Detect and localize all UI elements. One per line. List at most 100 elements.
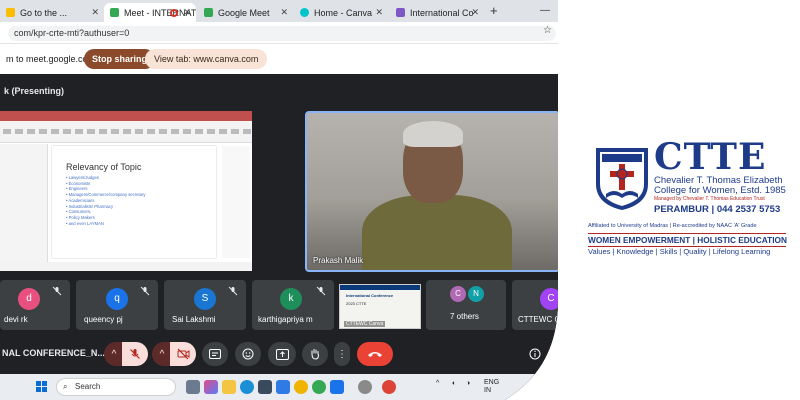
task-view-icon[interactable] bbox=[186, 380, 200, 394]
participant-tile[interactable]: C CTTEWC C bbox=[512, 280, 572, 330]
new-tab-button[interactable]: + bbox=[490, 3, 498, 18]
tray-chevron-icon[interactable]: ^ bbox=[436, 380, 439, 387]
captions-button[interactable] bbox=[202, 342, 228, 366]
speaker-hair bbox=[403, 121, 463, 147]
avatar: C bbox=[540, 288, 562, 310]
view-tab-button[interactable]: View tab: www.canva.com bbox=[145, 49, 267, 69]
captions-icon bbox=[209, 349, 221, 359]
app-icon[interactable] bbox=[358, 380, 372, 394]
close-tab-icon[interactable]: ✕ bbox=[375, 7, 383, 18]
participant-tile[interactable]: S Sai Lakshmi bbox=[164, 280, 246, 330]
meet-control-bar: NAL CONFERENCE_N... ^ ^ ⋮ bbox=[0, 338, 560, 368]
close-tab-icon[interactable]: ✕ bbox=[280, 7, 288, 18]
browser-tab-bar: Go to the ... ✕ Meet - INTERNATI ✕ Googl… bbox=[0, 0, 560, 22]
speaker-body bbox=[362, 195, 512, 272]
mic-off-icon bbox=[52, 286, 62, 296]
leave-call-button[interactable] bbox=[357, 342, 393, 366]
banner-band bbox=[340, 285, 420, 290]
screen-share-bar: m to meet.google.com Stop sharing View t… bbox=[0, 44, 560, 74]
raise-hand-button[interactable] bbox=[302, 342, 328, 366]
ctte-logo: CTTE Chevalier T. Thomas Elizabeth Colle… bbox=[584, 136, 794, 258]
recording-icon bbox=[170, 9, 178, 17]
hang-up-icon bbox=[367, 350, 383, 358]
video-options-button[interactable]: ^ bbox=[152, 342, 172, 366]
avatar: S bbox=[194, 288, 216, 310]
college-crest-icon bbox=[596, 148, 648, 210]
tab-favicon-icon bbox=[6, 8, 15, 17]
tab-label: International Co bbox=[410, 7, 474, 18]
shared-tab-thumbnail[interactable]: International Conference 2023 CTTE CTTEW… bbox=[339, 284, 421, 329]
participant-tile[interactable]: q queency pj bbox=[76, 280, 158, 330]
minimize-icon[interactable]: — bbox=[540, 5, 550, 16]
mic-off-icon bbox=[228, 286, 238, 296]
bookmark-star-icon[interactable]: ☆ bbox=[543, 25, 552, 36]
reactions-button[interactable] bbox=[235, 342, 261, 366]
ppt-title-bar bbox=[0, 111, 252, 121]
college-name-line: College for Women, Estd. 1985 bbox=[654, 185, 786, 196]
meeting-info-button[interactable] bbox=[526, 342, 544, 366]
browser-tab[interactable]: Home - Canva ✕ bbox=[294, 3, 388, 22]
browser-tab[interactable]: International Co ✕ bbox=[390, 3, 484, 22]
meet-stage: k (Presenting) Relevancy of Topic • Lawy… bbox=[0, 74, 560, 400]
tray-icon[interactable]: ◑ bbox=[466, 380, 470, 387]
mic-off-icon bbox=[129, 348, 141, 360]
more-options-button[interactable]: ⋮ bbox=[334, 342, 350, 366]
app-icon[interactable] bbox=[276, 380, 290, 394]
presenting-label: k (Presenting) bbox=[4, 86, 65, 96]
affiliation-text: Affiliated to University of Madras | Re-… bbox=[588, 223, 757, 229]
close-tab-icon[interactable]: ✕ bbox=[91, 7, 99, 18]
browser-tab-active[interactable]: Meet - INTERNATI ✕ bbox=[104, 3, 196, 22]
ppt-thumbnail-pane bbox=[0, 144, 48, 262]
speaker-name: Prakash Malik bbox=[313, 256, 364, 265]
more-vert-icon: ⋮ bbox=[337, 348, 347, 360]
taskbar-search[interactable]: ⌕ Search bbox=[56, 378, 176, 396]
file-explorer-icon[interactable] bbox=[222, 380, 236, 394]
browser-tab[interactable]: Google Meet ✕ bbox=[198, 3, 293, 22]
participant-tile[interactable]: k karthigapriya m bbox=[252, 280, 334, 330]
others-count: 7 others bbox=[450, 312, 479, 321]
close-tab-icon[interactable]: ✕ bbox=[183, 7, 191, 18]
tray-icon[interactable]: ◐ bbox=[452, 380, 456, 387]
participant-tile[interactable]: d devi rk bbox=[0, 280, 70, 330]
windows-taskbar: ⌕ Search ^ ◐ ◑ ENG IN bbox=[0, 374, 560, 400]
app-icon[interactable] bbox=[312, 380, 326, 394]
thumbnail-label: CTTEWC Canva bbox=[346, 321, 384, 327]
chevron-up-icon: ^ bbox=[111, 348, 117, 360]
browser-tab[interactable]: Go to the ... ✕ bbox=[0, 3, 104, 22]
app-icon[interactable] bbox=[330, 380, 344, 394]
chevron-up-icon: ^ bbox=[159, 348, 165, 360]
language-code: ENG bbox=[484, 379, 500, 386]
tagline: WOMEN EMPOWERMENT | HOLISTIC EDUCATION bbox=[588, 233, 787, 247]
slide-bullet: • and even LAYMAN bbox=[66, 220, 104, 226]
banner-line: International Conference bbox=[346, 293, 394, 298]
presentation-tile[interactable]: Relevancy of Topic • Lawyers/Judges • Ec… bbox=[0, 111, 252, 271]
share-notice: m to meet.google.com bbox=[6, 54, 96, 64]
site-favicon-icon bbox=[396, 8, 405, 17]
windows-start-icon[interactable] bbox=[36, 381, 48, 393]
copilot-icon[interactable] bbox=[204, 380, 218, 394]
emoji-icon bbox=[242, 348, 254, 360]
url-field[interactable]: com/kpr-crte-mti?authuser=0 bbox=[8, 26, 556, 41]
chrome-icon[interactable] bbox=[294, 380, 308, 394]
present-button[interactable] bbox=[268, 342, 296, 366]
slide-title: Relevancy of Topic bbox=[66, 162, 142, 172]
others-tile[interactable]: C N 7 others bbox=[426, 280, 506, 330]
audio-options-button[interactable]: ^ bbox=[104, 342, 124, 366]
avatar: k bbox=[280, 288, 302, 310]
info-icon bbox=[529, 348, 541, 360]
speaker-video-tile[interactable]: Prakash Malik bbox=[305, 111, 560, 272]
college-acronym: CTTE bbox=[654, 136, 767, 178]
chrome-icon[interactable] bbox=[382, 380, 396, 394]
tab-label: Go to the ... bbox=[20, 7, 68, 18]
avatar: C bbox=[450, 286, 466, 302]
edge-icon[interactable] bbox=[240, 380, 254, 394]
slide-bullet: • Managers/Commerce/company secretary bbox=[66, 192, 146, 198]
tab-label: Google Meet bbox=[218, 7, 270, 18]
stage: Go to the ... ✕ Meet - INTERNATI ✕ Googl… bbox=[0, 0, 800, 400]
camera-toggle-button[interactable] bbox=[170, 342, 196, 366]
mic-toggle-button[interactable] bbox=[122, 342, 148, 366]
close-tab-icon[interactable]: ✕ bbox=[471, 7, 479, 18]
language-indicator[interactable]: ENG IN bbox=[484, 379, 499, 395]
store-icon[interactable] bbox=[258, 380, 272, 394]
values-line: Values | Knowledge | Skills | Quality | … bbox=[588, 247, 771, 256]
